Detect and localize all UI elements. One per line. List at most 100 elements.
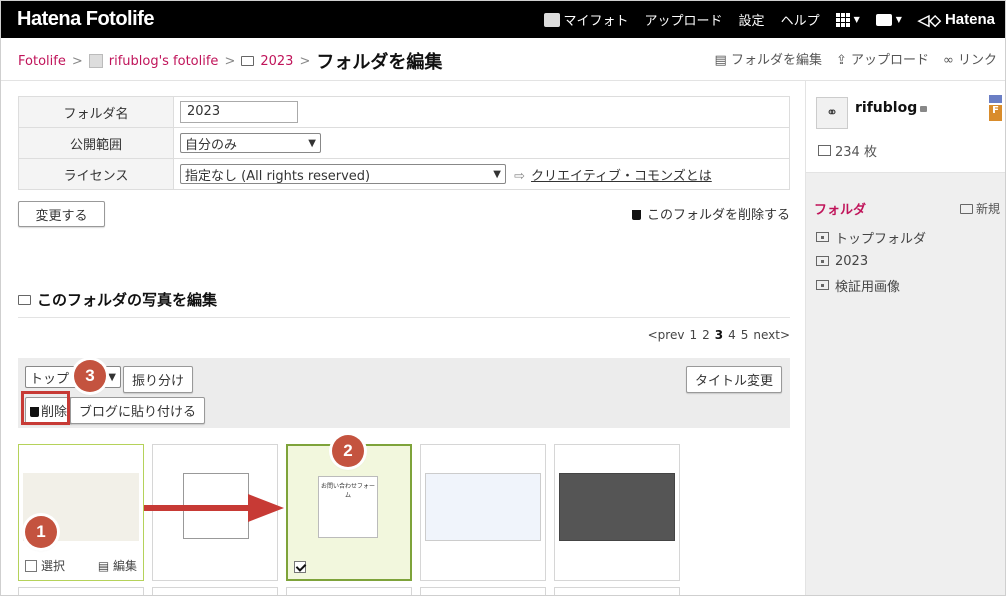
photos-icon: [818, 145, 831, 156]
selected-checkbox[interactable]: [294, 561, 306, 573]
global-nav: マイフォト アップロード 設定 ヘルプ ▼ ▼ ◁◇ Hatena: [543, 1, 995, 38]
hatena-label: Hatena: [944, 11, 995, 28]
step-badge: 1: [25, 516, 57, 548]
medal-letter: F: [989, 105, 1002, 121]
photo-image: [559, 473, 675, 541]
breadcrumb: Fotolife > rifublog's fotolife > 2023 > …: [18, 48, 442, 74]
photo-toolbar: トップ ▼ 振り分け タイトル変更 削除 ブログに貼り付ける: [18, 358, 790, 428]
select-checkbox[interactable]: 選択: [25, 557, 65, 574]
breadcrumb-bar: Fotolife > rifublog's fotolife > 2023 > …: [1, 38, 1005, 81]
grid-icon: [835, 12, 850, 27]
brand-logo[interactable]: Hatena Fotolife: [17, 8, 154, 31]
license-label: ライセンス: [18, 158, 174, 190]
new-folder-link[interactable]: 新規: [959, 199, 1000, 218]
chat-icon: [875, 13, 892, 26]
pager-next[interactable]: next>: [753, 328, 790, 342]
chevron-down-icon: ▼: [108, 371, 116, 383]
folder-name-label: フォルダ名: [18, 96, 174, 128]
user-favicon-icon: [88, 54, 103, 68]
paste-to-blog-button[interactable]: ブログに貼り付ける: [70, 397, 206, 424]
photo-thumb[interactable]: [18, 587, 144, 595]
photo-image: [425, 473, 541, 541]
sidebar: ⚭ rifublog F 234 枚 フォルダ 新規 トップフォルダ 2023 …: [805, 81, 1005, 595]
apps-menu-button[interactable]: ▼: [835, 12, 860, 27]
change-button[interactable]: 変更する: [18, 201, 105, 227]
sort-button[interactable]: 振り分け: [123, 366, 194, 393]
pager-page[interactable]: 1: [689, 328, 697, 342]
edit-folder-label: フォルダを編集: [730, 53, 822, 68]
folder-icon: [241, 56, 255, 66]
step-badge: 3: [74, 360, 106, 392]
edit-link[interactable]: ▤ 編集: [98, 557, 137, 574]
move-folder-value: トップ: [30, 371, 70, 387]
hatena-link[interactable]: ◁◇ Hatena: [918, 11, 995, 29]
photo-thumb[interactable]: 選択 ▤ 編集: [18, 444, 144, 581]
breadcrumb-root[interactable]: Fotolife: [18, 54, 66, 69]
photo-thumb[interactable]: [554, 444, 680, 581]
photo-image: お問い合わせフォーム: [318, 476, 378, 538]
visibility-select[interactable]: 自分のみ ▼: [180, 133, 321, 153]
highlight-box: [21, 391, 70, 425]
global-header: Hatena Fotolife マイフォト アップロード 設定 ヘルプ ▼ ▼ …: [1, 1, 1005, 38]
checkbox-icon: [25, 560, 37, 572]
chevron-down-icon: ▼: [493, 168, 501, 180]
upload-action-label: アップロード: [851, 53, 930, 68]
select-label: 選択: [41, 559, 66, 573]
drag-arrow: [144, 494, 284, 522]
link-action-link[interactable]: ∞ リンク: [943, 49, 997, 68]
photo-thumb[interactable]: [420, 587, 546, 595]
license-select[interactable]: 指定なし (All rights reserved) ▼: [180, 164, 506, 184]
page-frame: Hatena Fotolife マイフォト アップロード 設定 ヘルプ ▼ ▼ …: [0, 0, 1006, 596]
title-change-button[interactable]: タイトル変更: [685, 366, 782, 393]
locked-folder-icon: [816, 280, 829, 290]
pager-page[interactable]: 2: [702, 328, 710, 342]
main-content: フォルダ名 2023 公開範囲 自分のみ ▼ ライセンス 指定なし (All ri…: [18, 96, 790, 595]
photo-thumb[interactable]: [554, 587, 680, 595]
folder-item-label: 2023: [835, 253, 869, 269]
photos-heading: このフォルダの写真を編集: [18, 289, 217, 310]
pager-prev[interactable]: <prev: [648, 328, 685, 342]
delete-folder-link[interactable]: このフォルダを削除する: [631, 204, 790, 223]
breadcrumb-separator: >: [224, 53, 236, 69]
chevron-down-icon: ▼: [308, 137, 316, 149]
pager-page[interactable]: 4: [728, 328, 736, 342]
avatar[interactable]: ⚭: [816, 97, 848, 129]
settings-link[interactable]: 設定: [739, 10, 765, 29]
folder-name-input[interactable]: 2023: [180, 101, 298, 123]
help-link[interactable]: ヘルプ: [781, 10, 820, 29]
photo-thumb[interactable]: [420, 444, 546, 581]
edit-folder-link[interactable]: ▤ フォルダを編集: [715, 49, 822, 68]
folder-item[interactable]: トップフォルダ: [816, 225, 926, 249]
delete-folder-label: このフォルダを削除する: [646, 208, 790, 223]
link-action-label: リンク: [957, 53, 997, 68]
user-name-text: rifublog: [855, 100, 918, 116]
user-name[interactable]: rifublog: [855, 100, 928, 116]
breadcrumb-separator: >: [299, 53, 311, 69]
breadcrumb-user[interactable]: rifublog's fotolife: [109, 54, 219, 69]
pager-page[interactable]: 5: [741, 328, 749, 342]
visibility-value: 自分のみ: [185, 137, 238, 153]
notifications-button[interactable]: ▼: [875, 13, 902, 26]
breadcrumb-folder[interactable]: 2023: [260, 54, 293, 69]
photo-count: 234 枚: [818, 141, 877, 160]
medal-icon: F: [989, 95, 1002, 121]
photo-thumb[interactable]: [152, 587, 278, 595]
pager-current: 3: [714, 328, 724, 342]
hatena-logo-icon: ◁◇: [917, 11, 941, 29]
divider: [18, 317, 790, 318]
folder-item[interactable]: 検証用画像: [816, 273, 926, 297]
page-title: フォルダを編集: [316, 52, 443, 73]
folder-plus-icon: [959, 203, 973, 214]
move-folder-select[interactable]: トップ ▼: [25, 366, 121, 388]
myfoto-link[interactable]: マイフォト: [543, 10, 629, 29]
upload-link[interactable]: アップロード: [645, 10, 723, 29]
caret-down-icon: ▼: [895, 15, 902, 24]
folder-item[interactable]: 2023: [816, 249, 926, 273]
upload-action-link[interactable]: ⇪ アップロード: [836, 49, 929, 68]
edit-label: 編集: [112, 559, 137, 573]
creative-commons-link[interactable]: クリエイティブ・コモンズとは: [531, 169, 712, 184]
folder-settings-table: フォルダ名 2023 公開範囲 自分のみ ▼ ライセンス 指定なし (All ri…: [18, 96, 790, 190]
myfoto-icon: [543, 12, 560, 27]
photo-thumb[interactable]: [286, 587, 412, 595]
folder-item-label: 検証用画像: [835, 279, 901, 295]
